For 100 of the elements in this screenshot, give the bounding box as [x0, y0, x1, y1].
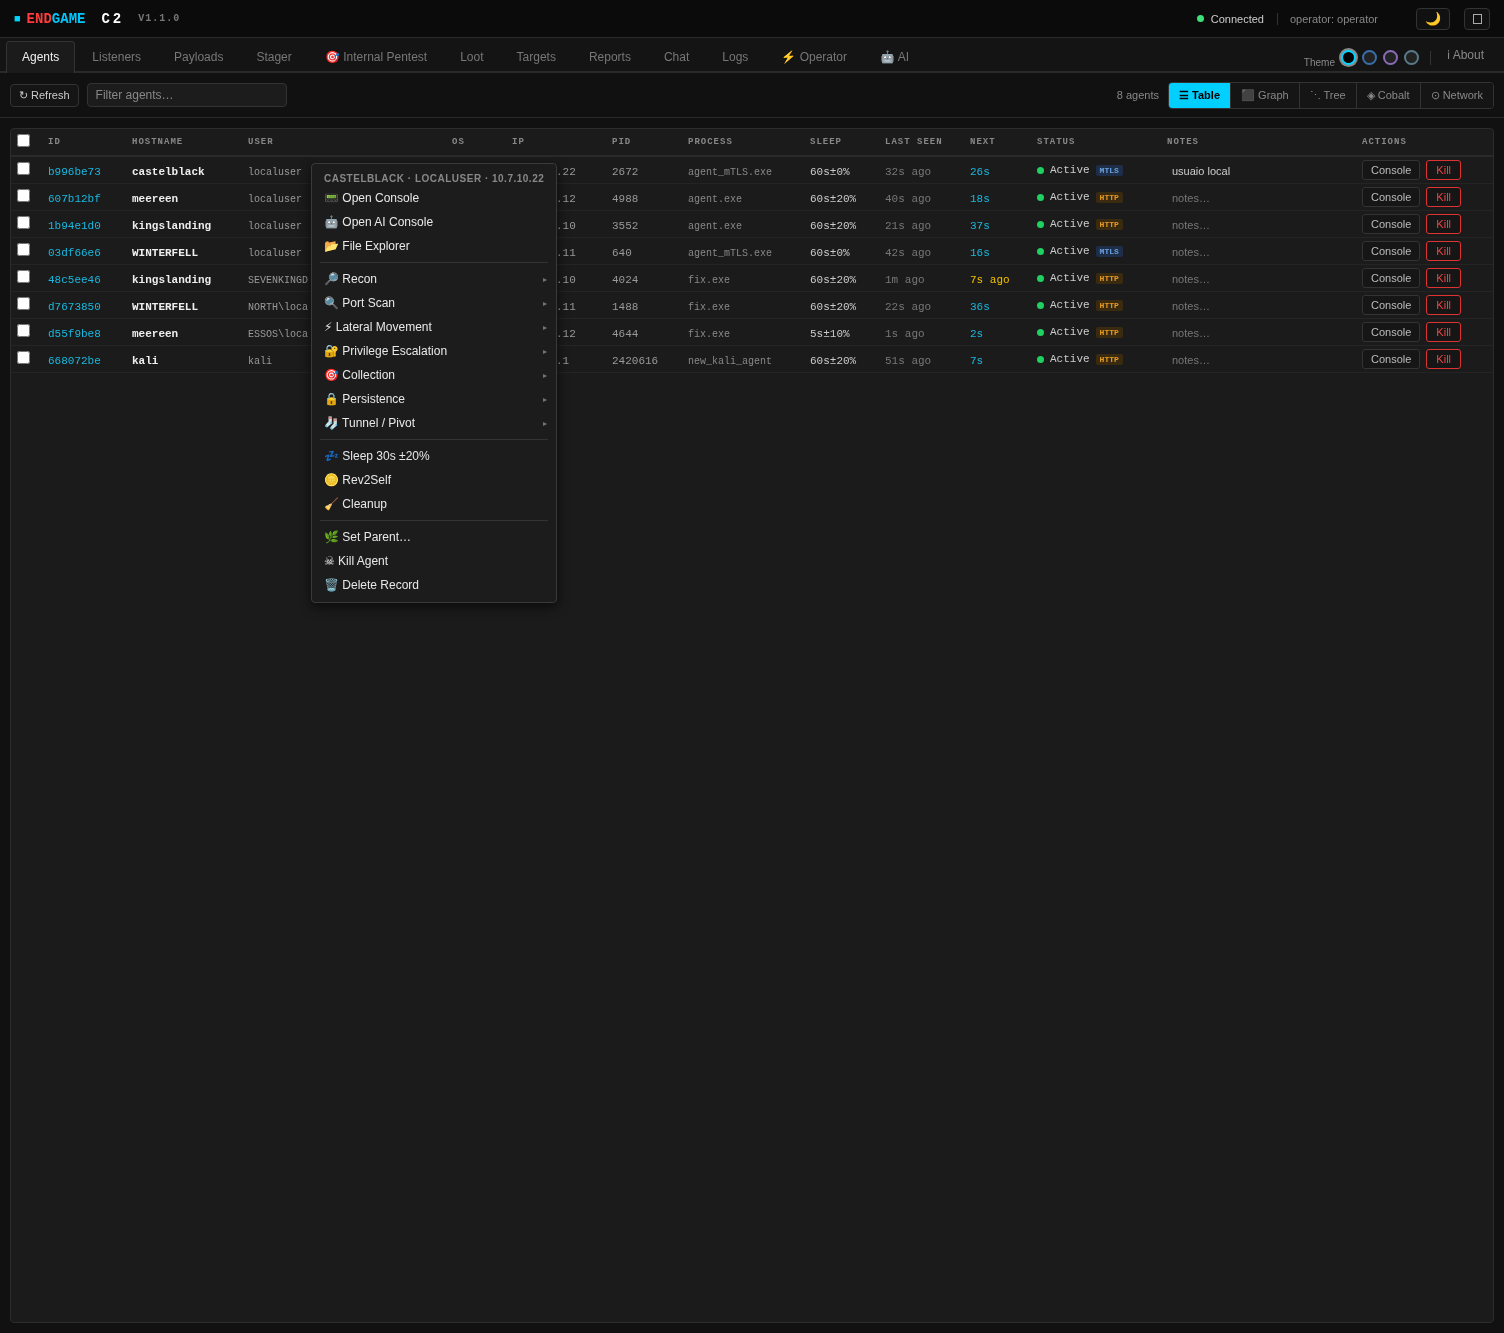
- notes-field[interactable]: usuaio local: [1167, 163, 1347, 179]
- window-button[interactable]: [1464, 7, 1490, 30]
- notes-field[interactable]: notes…: [1167, 217, 1347, 233]
- menu-item[interactable]: 🌿 Set Parent…: [319, 530, 417, 544]
- console-button[interactable]: Console: [1362, 268, 1421, 288]
- status-text: Active: [1050, 299, 1090, 311]
- theme-swatch[interactable]: [1403, 50, 1419, 65]
- row-checkbox[interactable]: [17, 216, 30, 229]
- filter-field[interactable]: Filter agents…: [86, 83, 287, 107]
- hostname-cell: kali: [132, 355, 159, 367]
- theme-swatch[interactable]: [1361, 50, 1377, 65]
- menu-item[interactable]: 🔍 Port Scan: [319, 296, 401, 310]
- notes-field[interactable]: notes…: [1167, 352, 1347, 368]
- nav-tab[interactable]: Listeners: [76, 41, 158, 71]
- nav-tab[interactable]: Loot: [444, 41, 500, 71]
- nav-tab[interactable]: 🎯 Internal Pentest: [308, 41, 444, 71]
- pid-cell: 640: [612, 247, 632, 259]
- user-cell: NORTH\loca: [248, 302, 308, 313]
- menu-item[interactable]: 🧹 Cleanup: [319, 497, 393, 511]
- console-button[interactable]: Console: [1362, 160, 1421, 180]
- theme-swatch[interactable]: [1382, 50, 1398, 65]
- theme-toggle-button[interactable]: 🌙: [1416, 7, 1450, 30]
- process-cell: agent_mTLS.exe: [688, 167, 772, 178]
- menu-item[interactable]: 💤 Sleep 30s ±20%: [319, 449, 435, 463]
- select-all-checkbox[interactable]: [17, 134, 30, 147]
- console-button[interactable]: Console: [1362, 295, 1421, 315]
- menu-item[interactable]: ☠ Kill Agent: [319, 554, 394, 568]
- console-button[interactable]: Console: [1362, 349, 1421, 369]
- menu-item[interactable]: 📂 File Explorer: [319, 239, 415, 253]
- console-button[interactable]: Console: [1362, 241, 1421, 261]
- next-checkin-cell: 36s: [970, 301, 990, 313]
- hostname-cell: meereen: [132, 328, 179, 340]
- menu-item[interactable]: 🔒 Persistence: [319, 392, 411, 406]
- menu-item[interactable]: 🪙 Rev2Self: [319, 473, 397, 487]
- nav-tab[interactable]: Agents: [6, 41, 76, 73]
- row-checkbox[interactable]: [17, 243, 30, 256]
- agent-id[interactable]: d55f9be8: [48, 328, 101, 340]
- theme-swatch[interactable]: [1340, 50, 1356, 65]
- menu-item[interactable]: 🧦 Tunnel / Pivot: [319, 416, 421, 430]
- row-checkbox[interactable]: [17, 324, 30, 337]
- nav-tab[interactable]: Chat: [647, 41, 706, 71]
- nav-tab[interactable]: ⚡ Operator: [765, 41, 864, 71]
- kill-button[interactable]: Kill: [1426, 160, 1462, 180]
- transport-tag: HTTP: [1095, 326, 1123, 338]
- notes-field[interactable]: notes…: [1167, 298, 1347, 314]
- row-checkbox[interactable]: [17, 189, 30, 202]
- menu-item[interactable]: 📟 Open Console: [319, 191, 425, 205]
- nav-tab[interactable]: Reports: [572, 41, 647, 71]
- agent-id[interactable]: 607b12bf: [48, 193, 101, 205]
- console-button[interactable]: Console: [1362, 322, 1421, 342]
- about-link[interactable]: ℹ About: [1438, 46, 1504, 69]
- view-toggle[interactable]: ⊙ Network: [1419, 82, 1493, 108]
- console-button[interactable]: Console: [1362, 187, 1421, 207]
- kill-button[interactable]: Kill: [1426, 349, 1462, 369]
- status-dot: [1037, 274, 1044, 282]
- agent-id[interactable]: b996be73: [48, 166, 101, 178]
- submenu-arrow-icon: ▸: [543, 418, 547, 428]
- view-toggle[interactable]: ☰ Table: [1169, 82, 1230, 108]
- agent-id[interactable]: d7673850: [48, 301, 101, 313]
- kill-button[interactable]: Kill: [1426, 187, 1462, 207]
- last-seen-cell: 1m ago: [885, 274, 925, 286]
- kill-button[interactable]: Kill: [1426, 295, 1462, 315]
- notes-field[interactable]: notes…: [1167, 325, 1347, 341]
- status-text: Active: [1050, 191, 1090, 203]
- nav-tab[interactable]: Stager: [240, 41, 308, 71]
- row-checkbox[interactable]: [17, 270, 30, 283]
- notes-field[interactable]: notes…: [1167, 271, 1347, 287]
- kill-button[interactable]: Kill: [1426, 241, 1462, 261]
- row-checkbox[interactable]: [17, 162, 30, 175]
- process-cell: fix.exe: [688, 302, 730, 313]
- notes-field[interactable]: notes…: [1167, 190, 1347, 206]
- agent-id[interactable]: 668072be: [48, 355, 101, 367]
- notes-field[interactable]: notes…: [1167, 244, 1347, 260]
- agent-id[interactable]: 03df66e6: [48, 247, 101, 259]
- nav-tab[interactable]: 🤖 AI: [864, 41, 926, 71]
- refresh-button[interactable]: ↻ Refresh: [10, 83, 79, 107]
- row-checkbox[interactable]: [17, 351, 30, 364]
- menu-item[interactable]: 🔎 Recon: [319, 272, 383, 286]
- sleep-cell: 5s±10%: [810, 328, 850, 340]
- view-toggle[interactable]: ◈ Cobalt: [1355, 82, 1420, 108]
- ip-cell: .22: [556, 166, 576, 178]
- view-toggle[interactable]: ⬛ Graph: [1230, 82, 1299, 108]
- agent-id[interactable]: 1b94e1d0: [48, 220, 101, 232]
- console-button[interactable]: Console: [1362, 214, 1421, 234]
- column-header: NOTES: [1167, 137, 1199, 147]
- view-toggle[interactable]: ⋱ Tree: [1298, 82, 1356, 108]
- kill-button[interactable]: Kill: [1426, 214, 1462, 234]
- kill-button[interactable]: Kill: [1426, 268, 1462, 288]
- nav-tab[interactable]: Payloads: [158, 41, 240, 71]
- nav-tab[interactable]: Logs: [706, 41, 765, 71]
- agent-id[interactable]: 48c5ee46: [48, 274, 101, 286]
- menu-item[interactable]: ⚡ Lateral Movement: [319, 320, 437, 334]
- menu-item[interactable]: 🗑 Delete Record: [319, 578, 425, 592]
- menu-item[interactable]: 🔐 Privilege Escalation: [319, 344, 453, 358]
- last-seen-cell: 42s ago: [885, 247, 932, 259]
- menu-item[interactable]: 🎯 Collection: [319, 368, 401, 382]
- nav-tab[interactable]: Targets: [500, 41, 572, 71]
- row-checkbox[interactable]: [17, 297, 30, 310]
- kill-button[interactable]: Kill: [1426, 322, 1462, 342]
- menu-item[interactable]: 🤖 Open AI Console: [319, 215, 439, 229]
